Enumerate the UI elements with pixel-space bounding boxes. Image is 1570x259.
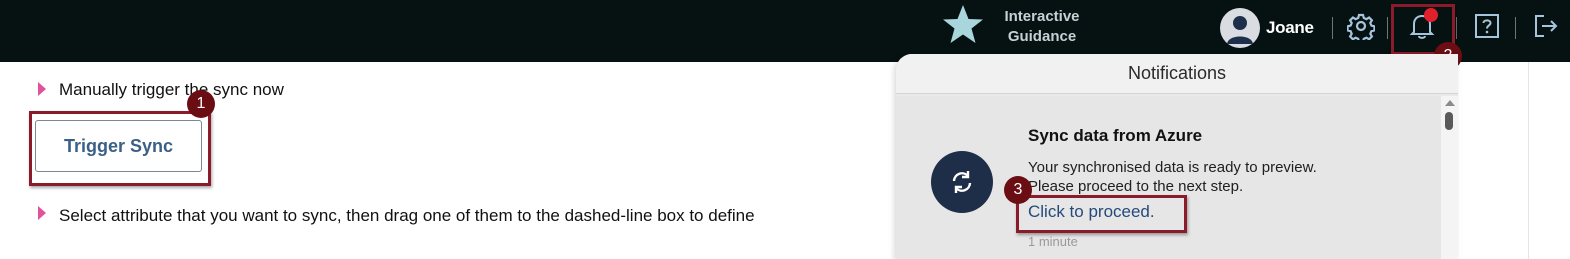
- bullet-icon: [38, 82, 46, 96]
- separator: [1387, 17, 1388, 39]
- highlight-proceed-link: [1016, 195, 1187, 233]
- interactive-guidance-label: Interactive Guidance: [996, 7, 1088, 47]
- avatar-icon: [1220, 8, 1260, 48]
- interactive-guidance-line2: Guidance: [1007, 28, 1077, 45]
- step-marker-1: 1: [187, 90, 215, 118]
- scroll-up-icon[interactable]: [1445, 100, 1455, 106]
- notifications-title: Notifications: [1127, 63, 1227, 83]
- interactive-guidance[interactable]: Interactive Guidance: [940, 4, 1088, 50]
- step1-text: Manually trigger the sync now: [59, 80, 284, 99]
- help-icon: [1474, 13, 1500, 44]
- sync-icon: [931, 151, 993, 213]
- separator: [1456, 17, 1457, 39]
- scroll-thumb[interactable]: [1445, 112, 1453, 130]
- notification-time: 1 minute: [1028, 234, 1078, 249]
- divider: [1528, 62, 1529, 259]
- notification-title: Sync data from Azure: [1028, 126, 1203, 145]
- settings-button[interactable]: [1345, 12, 1377, 44]
- help-button[interactable]: [1471, 12, 1503, 44]
- user-name: Joane: [1266, 18, 1314, 37]
- step-marker-3: 3: [1004, 176, 1032, 204]
- top-bar: Interactive Guidance Joane: [0, 0, 1570, 62]
- gear-icon: [1346, 12, 1376, 45]
- bullet-icon: [38, 206, 46, 220]
- notification-message: Your synchronised data is ready to previ…: [1028, 158, 1408, 196]
- notifications-header: Notifications: [896, 54, 1458, 94]
- star-icon: [940, 2, 986, 53]
- scrollbar[interactable]: [1441, 96, 1458, 259]
- notification-message-line2: Please proceed to the next step.: [1028, 178, 1244, 195]
- user-menu[interactable]: Joane: [1220, 8, 1314, 48]
- trigger-sync-button[interactable]: Trigger Sync: [35, 120, 202, 172]
- separator: [1515, 17, 1516, 39]
- logout-button[interactable]: [1530, 12, 1562, 44]
- logout-icon: [1532, 13, 1560, 44]
- step2-text: Select attribute that you want to sync, …: [59, 206, 755, 225]
- interactive-guidance-line1: Interactive: [1004, 8, 1080, 25]
- separator: [1332, 17, 1333, 39]
- notification-message-line1: Your synchronised data is ready to previ…: [1028, 159, 1317, 176]
